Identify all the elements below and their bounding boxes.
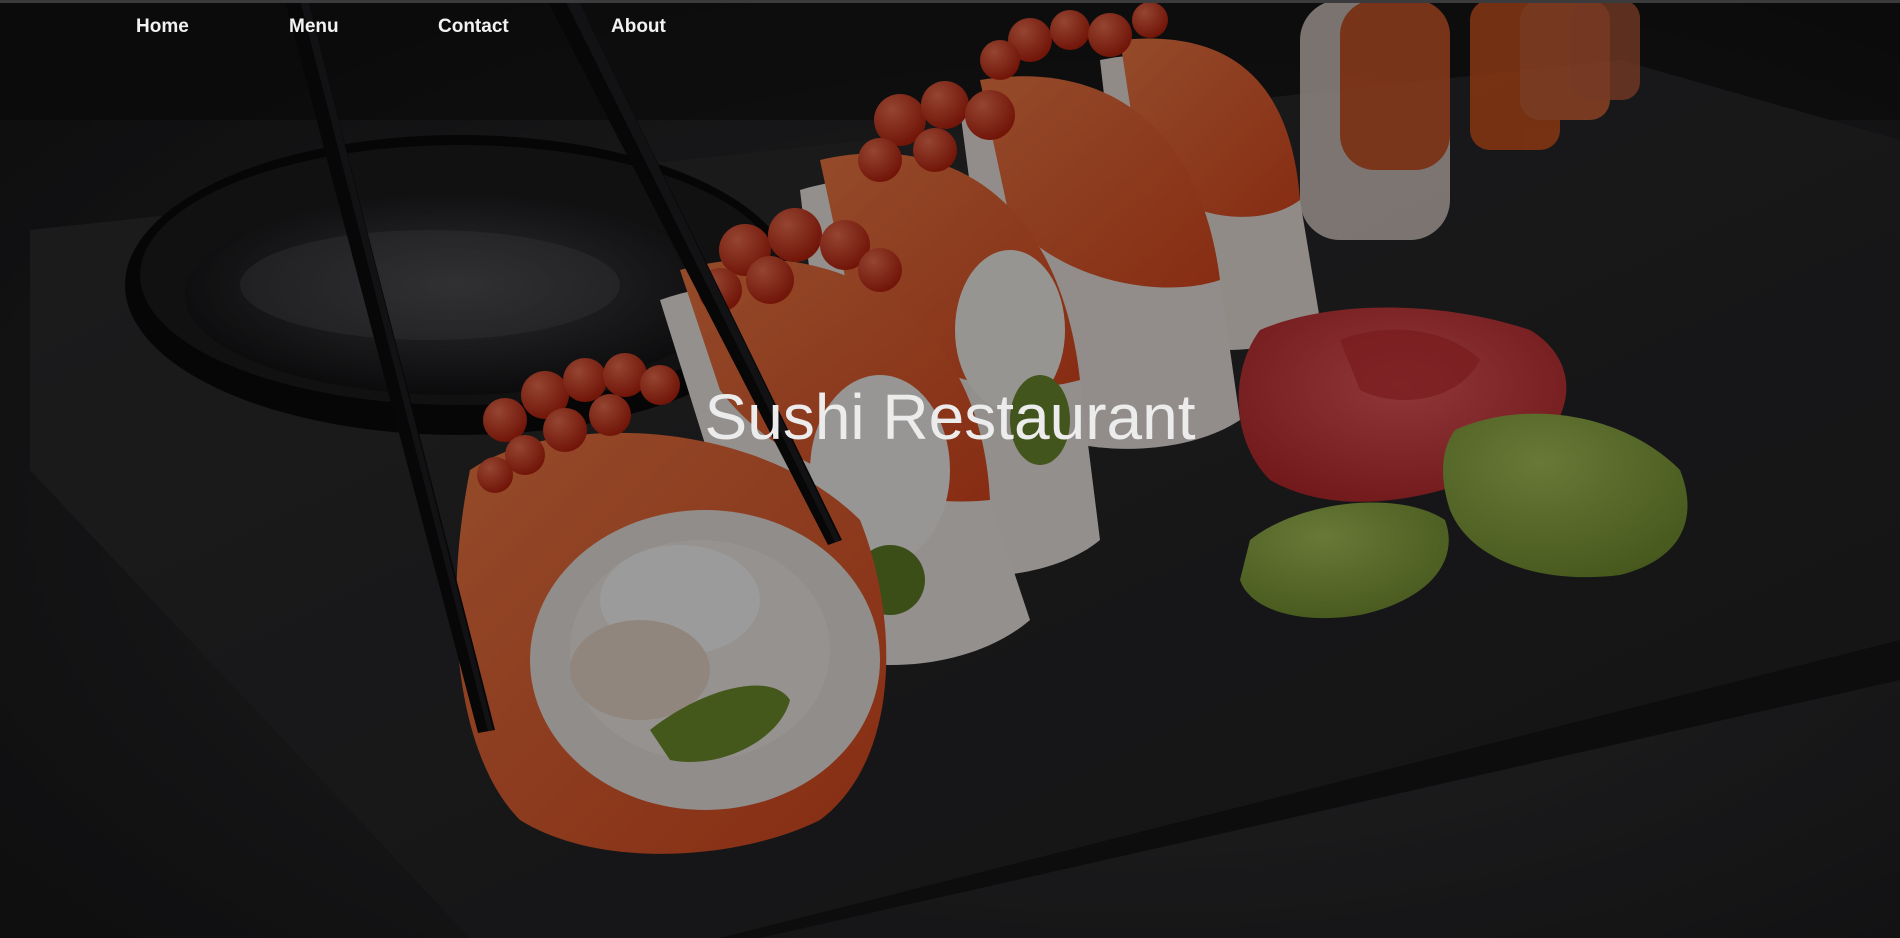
hero-title: Sushi Restaurant bbox=[704, 381, 1196, 453]
main-nav: Home Menu Contact About bbox=[0, 0, 800, 54]
nav-menu-link[interactable]: Menu bbox=[289, 16, 339, 38]
hero-section: Home Menu Contact About Sushi Restaurant bbox=[0, 0, 1900, 938]
nav-contact-link[interactable]: Contact bbox=[438, 16, 509, 38]
nav-home-link[interactable]: Home bbox=[136, 16, 189, 38]
nav-about-link[interactable]: About bbox=[611, 16, 666, 38]
sushi-photo bbox=[0, 0, 1900, 938]
